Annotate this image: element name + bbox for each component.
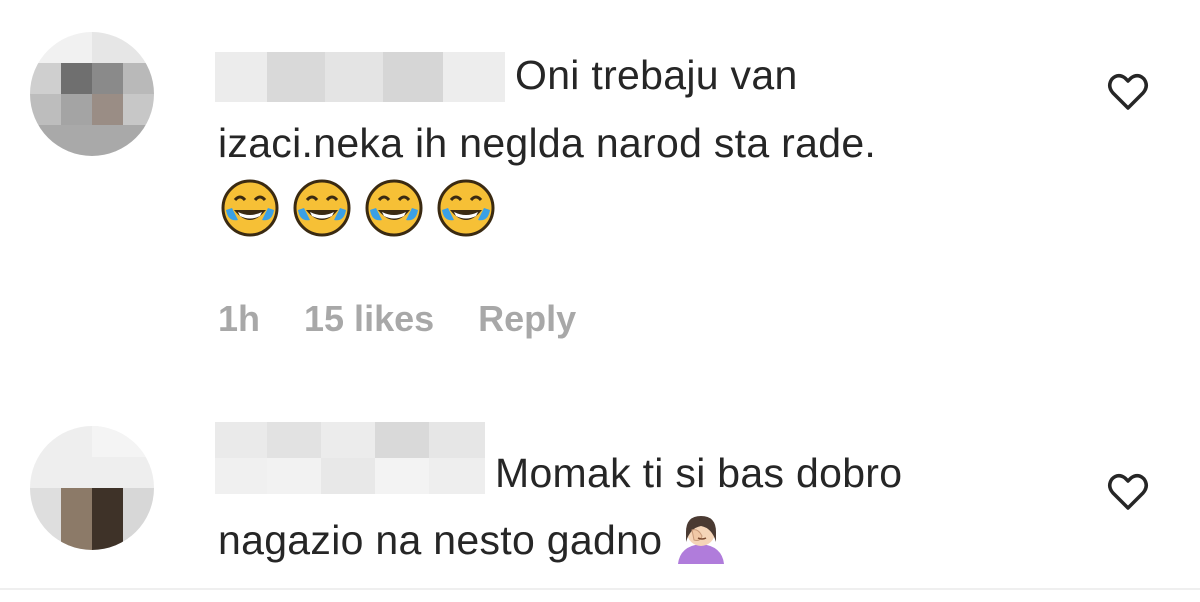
person-facepalming-icon — [678, 516, 725, 564]
comment: Oni trebaju van izaci.neka ih neglda nar… — [0, 0, 1200, 380]
face-with-tears-of-joy-icon — [365, 179, 423, 237]
comment-thread: Oni trebaju van izaci.neka ih neglda nar… — [0, 0, 1200, 602]
comment-text-line: nagazio na nesto gadno — [218, 507, 730, 573]
avatar[interactable] — [30, 426, 154, 550]
avatar[interactable] — [30, 32, 154, 156]
likes-count[interactable]: 15 likes — [304, 298, 434, 340]
comment-text-line: Oni trebaju van — [515, 52, 798, 98]
heart-outline-icon[interactable] — [1104, 468, 1152, 516]
emoji-row — [220, 178, 496, 238]
face-with-tears-of-joy-icon — [293, 179, 351, 237]
reply-button[interactable]: Reply — [478, 298, 576, 340]
comment-meta: 1h 15 likes Reply — [218, 298, 576, 340]
comment-text-content: nagazio na nesto gadno — [218, 517, 663, 563]
comment: Momak ti si bas dobro nagazio na nesto g… — [0, 410, 1200, 590]
heart-outline-icon[interactable] — [1104, 68, 1152, 116]
comment-time[interactable]: 1h — [218, 298, 260, 340]
comment-text-line: izaci.neka ih neglda narod sta rade. — [218, 120, 877, 166]
face-with-tears-of-joy-icon — [221, 179, 279, 237]
username-redacted[interactable] — [215, 52, 505, 102]
username-redacted[interactable] — [215, 422, 485, 494]
comment-text-line: Momak ti si bas dobro — [495, 450, 903, 496]
face-with-tears-of-joy-icon — [437, 179, 495, 237]
divider — [0, 588, 1200, 590]
